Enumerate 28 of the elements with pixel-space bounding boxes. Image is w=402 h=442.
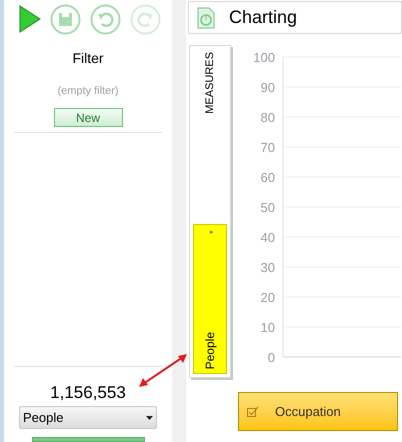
y-tick-label: 0 — [268, 350, 275, 365]
y-tick-label: 50 — [260, 200, 275, 215]
window-title: Charting — [229, 6, 298, 29]
undo-icon[interactable] — [90, 4, 121, 34]
redo-icon[interactable] — [130, 4, 161, 34]
measures-label: MEASURES — [202, 52, 217, 114]
y-tick-label: 60 — [260, 170, 275, 185]
y-tick-label: 90 — [260, 80, 275, 95]
dropdown-caret-icon — [146, 416, 153, 420]
filter-status: (empty filter) — [57, 84, 119, 99]
y-tick-label: 80 — [260, 110, 275, 125]
dimension-dropdown[interactable]: People — [19, 406, 157, 429]
y-tick-label: 70 — [260, 140, 275, 155]
play-icon[interactable] — [19, 5, 41, 33]
y-tick-label: 30 — [260, 260, 275, 275]
axis-field-button[interactable]: Occupation — [238, 392, 398, 431]
filter-title: Filter — [72, 49, 104, 68]
panel-splitter[interactable] — [172, 0, 186, 442]
new-button[interactable]: New — [54, 108, 122, 126]
y-tick-label: 100 — [253, 50, 275, 65]
checkbox-icon — [247, 406, 259, 417]
annotation-arrow — [138, 352, 188, 390]
y-tick-label: 20 — [260, 290, 275, 305]
y-tick-label: 10 — [260, 320, 275, 335]
record-count: 1,156,553 — [50, 383, 126, 403]
y-tick-label: 40 — [260, 230, 275, 245]
chart-document-icon — [197, 6, 215, 28]
save-icon[interactable] — [50, 4, 81, 34]
